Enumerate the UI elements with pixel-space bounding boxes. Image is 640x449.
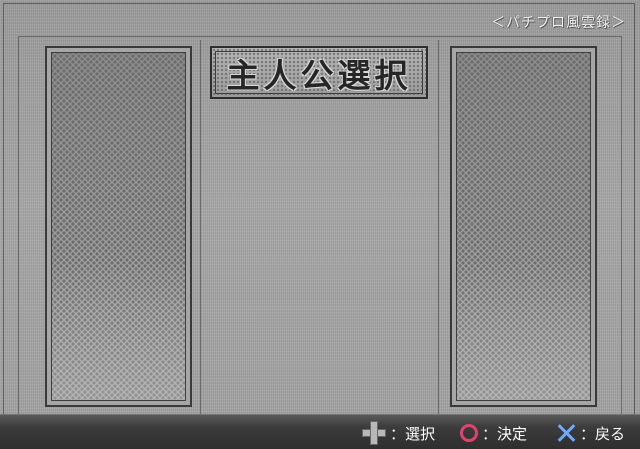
hint-back: ：戻る <box>556 422 625 444</box>
dpad-icon <box>362 421 386 445</box>
cross-button-icon <box>556 423 576 443</box>
title-plate: 主人公選択 <box>210 46 428 99</box>
divider-left <box>200 40 201 414</box>
screen-title: 主人公選択 <box>226 55 412 95</box>
circle-button-icon <box>460 424 478 442</box>
divider-right <box>438 40 439 414</box>
game-source-label: ＜パチプロ風雲録＞ <box>491 15 626 31</box>
hint-confirm: ：決定 <box>460 422 527 444</box>
character-slot-left[interactable] <box>45 46 192 407</box>
hint-back-label: ：戻る <box>580 424 626 443</box>
hint-select: ：選択 <box>362 421 436 445</box>
game-screen: ＜パチプロ風雲録＞ 主人公選択 ：選択 ：決定 ：戻る <box>0 0 640 449</box>
character-slot-right[interactable] <box>450 46 597 407</box>
control-hint-bar: ：選択 ：決定 ：戻る <box>0 414 640 449</box>
hint-select-label: ：選択 <box>390 424 436 443</box>
title-plate-inner: 主人公選択 <box>215 51 423 95</box>
hint-confirm-label: ：決定 <box>482 424 528 443</box>
